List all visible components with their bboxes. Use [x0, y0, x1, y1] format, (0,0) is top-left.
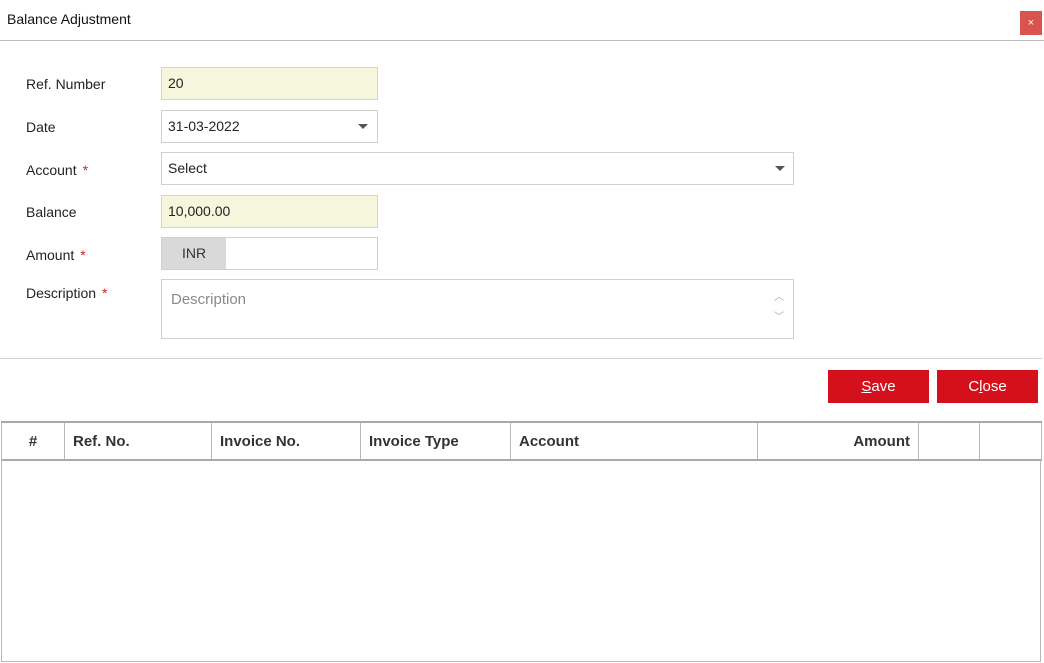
textarea-scrollbar[interactable]: ︿ ﹀ [771, 288, 787, 330]
description-label-text: Description [26, 285, 97, 301]
close-label-pre: C [968, 378, 980, 395]
amount-label-text: Amount [26, 247, 75, 263]
column-header-account[interactable]: Account [510, 421, 758, 461]
ref-number-label: Ref. Number [26, 76, 106, 92]
save-button[interactable]: Save [828, 370, 929, 403]
ref-number-field[interactable]: 20 [161, 67, 378, 100]
description-textarea[interactable]: Description ︿ ﹀ [161, 279, 794, 339]
required-marker: * [80, 247, 86, 263]
date-label: Date [26, 119, 56, 135]
account-label: Account * [26, 162, 88, 178]
account-label-text: Account [26, 162, 77, 178]
column-header-invoice-type[interactable]: Invoice Type [360, 421, 511, 461]
title-bar: Balance Adjustment × [0, 0, 1044, 41]
chevron-down-icon[interactable] [358, 124, 368, 129]
required-marker: * [82, 162, 89, 178]
column-header-index[interactable]: # [1, 421, 65, 461]
save-label: ave [871, 378, 896, 395]
column-header-action-2 [979, 421, 1042, 461]
scroll-down-icon[interactable]: ﹀ [771, 308, 787, 328]
currency-addon: INR [162, 238, 226, 269]
column-header-amount[interactable]: Amount [757, 421, 919, 461]
save-mnemonic: S [861, 378, 872, 395]
column-header-invoice-no[interactable]: Invoice No. [211, 421, 361, 461]
description-placeholder: Description [171, 291, 247, 308]
required-marker: * [102, 285, 108, 301]
date-value: 31-03-2022 [168, 118, 240, 134]
scroll-up-icon[interactable]: ︿ [771, 288, 787, 308]
date-picker[interactable]: 31-03-2022 [161, 110, 378, 143]
form-divider [0, 358, 1042, 359]
chevron-down-icon[interactable] [775, 166, 785, 171]
balance-field[interactable]: 10,000.00 [161, 195, 378, 228]
close-icon[interactable]: × [1020, 11, 1042, 35]
balance-label: Balance [26, 204, 77, 220]
balance-value: 10,000.00 [168, 203, 231, 219]
table-header-row: # Ref. No. Invoice No. Invoice Type Acco… [1, 421, 1042, 461]
account-select[interactable]: Select [161, 152, 794, 185]
window-title: Balance Adjustment [7, 11, 131, 27]
column-header-action-1 [918, 421, 980, 461]
description-label: Description * [26, 285, 107, 301]
column-header-ref-no[interactable]: Ref. No. [64, 421, 212, 461]
ref-number-value: 20 [168, 75, 184, 91]
table-body-empty [1, 459, 1041, 662]
amount-input-group[interactable]: INR [161, 237, 378, 270]
amount-label: Amount * [26, 247, 86, 263]
close-label-rest: ose [982, 378, 1007, 395]
close-button[interactable]: Close [937, 370, 1038, 403]
adjustments-table: # Ref. No. Invoice No. Invoice Type Acco… [1, 421, 1042, 461]
account-value: Select [168, 160, 207, 176]
